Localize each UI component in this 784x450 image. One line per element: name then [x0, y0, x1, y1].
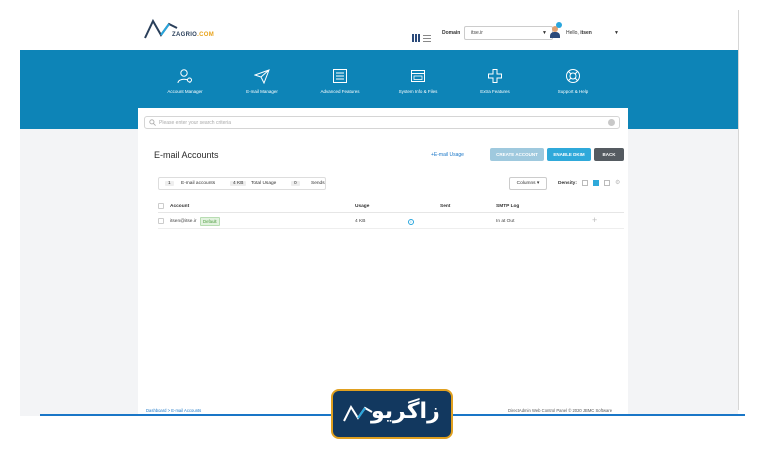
view-toggle — [412, 29, 434, 47]
panel-frame: ZAGRIO.COM Domain itse.ir ▼ Hello, itsen… — [20, 0, 738, 416]
watermark-wave-icon — [343, 404, 373, 422]
clear-icon[interactable] — [608, 119, 615, 126]
top-bar: ZAGRIO.COM Domain itse.ir ▼ Hello, itsen… — [20, 0, 738, 50]
grid-icon[interactable] — [412, 34, 420, 42]
default-badge: Default — [200, 217, 220, 226]
accounts-count: 1 — [165, 181, 174, 186]
usage-label: Total Usage — [251, 181, 277, 186]
accounts-label: E-mail accounts — [181, 181, 216, 186]
column-header-usage[interactable]: Usage — [355, 204, 369, 209]
nav-label: Extra Features — [480, 89, 510, 94]
list-window-icon — [333, 69, 347, 83]
copyright-text: DirectAdmin Web Control Panel © 2020 JBM… — [508, 408, 613, 413]
row-actions-plus-icon[interactable]: + — [592, 215, 597, 225]
enable-dkim-button[interactable]: ENABLE DKIM — [547, 148, 591, 161]
column-header-account[interactable]: Account — [170, 204, 189, 209]
nav-label: E-mail Manager — [246, 89, 278, 94]
column-header-smtp-log[interactable]: SMTP Log — [496, 204, 519, 209]
folder-window-icon — [411, 70, 425, 82]
account-usage: 4 KB — [355, 219, 366, 224]
page-title: E-mail Accounts — [154, 150, 219, 160]
scrollbar-track[interactable] — [738, 10, 739, 410]
density-normal-icon[interactable] — [593, 180, 599, 186]
nav-item-account-manager[interactable]: Account Manager — [145, 68, 225, 94]
chevron-down-icon: ▼ — [542, 30, 547, 36]
watermark-text: زاگریو — [371, 399, 440, 424]
paper-plane-icon — [254, 69, 270, 84]
account-email[interactable]: itsen@itse.ir — [170, 219, 196, 224]
create-account-button[interactable]: CREATE ACCOUNT — [490, 148, 544, 161]
nav-label: Advanced Features — [320, 89, 360, 94]
nav-item-advanced-features[interactable]: Advanced Features — [300, 68, 380, 94]
nav-label: System Info & Files — [398, 89, 438, 94]
lifebuoy-icon — [566, 69, 580, 83]
sends-label: Sends — [311, 181, 325, 186]
table-header: Account Usage Sent SMTP Log — [158, 199, 624, 213]
domain-value: itse.ir — [471, 30, 483, 36]
nav-label: Support & Help — [557, 89, 589, 94]
watermark-logo: زاگریو — [331, 389, 453, 439]
column-header-sent[interactable]: Sent — [440, 204, 450, 209]
sends-count: 0 — [291, 181, 300, 186]
usage-value: 4 KB — [230, 181, 247, 186]
accounts-table: Account Usage Sent SMTP Log itsen@itse.i… — [158, 199, 624, 229]
gear-icon[interactable]: ⚙ — [615, 179, 620, 186]
table-row[interactable]: itsen@itse.ir Default 4 KB i In at Out + — [158, 213, 624, 229]
nav-item-extra-features[interactable]: Extra Features — [455, 68, 535, 94]
nav-item-system-info-files[interactable]: System Info & Files — [378, 68, 458, 94]
content-card: Please enter your search criteria E-mail… — [138, 108, 628, 416]
info-icon[interactable]: i — [408, 219, 414, 225]
notification-badge — [556, 22, 562, 28]
stats-summary: 1 E-mail accounts 4 KB Total Usage 0 Sen… — [158, 177, 326, 190]
breadcrumb[interactable]: Dashboard > E-mail Accounts — [146, 408, 201, 413]
smtp-log-value[interactable]: In at Out — [496, 219, 514, 224]
email-usage-link[interactable]: +E-mail Usage — [431, 152, 464, 158]
list-icon[interactable] — [423, 34, 431, 42]
search-icon — [149, 119, 156, 126]
columns-dropdown[interactable]: Columns ▾ — [509, 177, 547, 190]
domain-select[interactable]: itse.ir ▼ — [464, 26, 553, 40]
chevron-down-icon: ▼ — [614, 30, 619, 36]
logo-text: ZAGRIO.COM — [172, 32, 215, 38]
plus-icon — [488, 69, 502, 83]
search-placeholder: Please enter your search criteria — [159, 120, 231, 126]
search-input[interactable]: Please enter your search criteria — [144, 116, 620, 129]
user-gear-icon — [177, 69, 192, 84]
density-wide-icon[interactable] — [604, 180, 610, 186]
select-all-checkbox[interactable] — [158, 203, 164, 209]
user-greeting: Hello, itsen — [566, 30, 592, 36]
nav-label: Account Manager — [167, 89, 203, 94]
density-label: Density: — [558, 181, 577, 186]
brand-logo[interactable]: ZAGRIO.COM — [144, 18, 224, 44]
domain-label: Domain — [442, 30, 461, 36]
row-checkbox[interactable] — [158, 218, 164, 224]
nav-item-email-manager[interactable]: E-mail Manager — [222, 68, 302, 94]
nav-item-support-help[interactable]: Support & Help — [533, 68, 613, 94]
back-button[interactable]: BACK — [594, 148, 624, 161]
density-compact-icon[interactable] — [582, 180, 588, 186]
